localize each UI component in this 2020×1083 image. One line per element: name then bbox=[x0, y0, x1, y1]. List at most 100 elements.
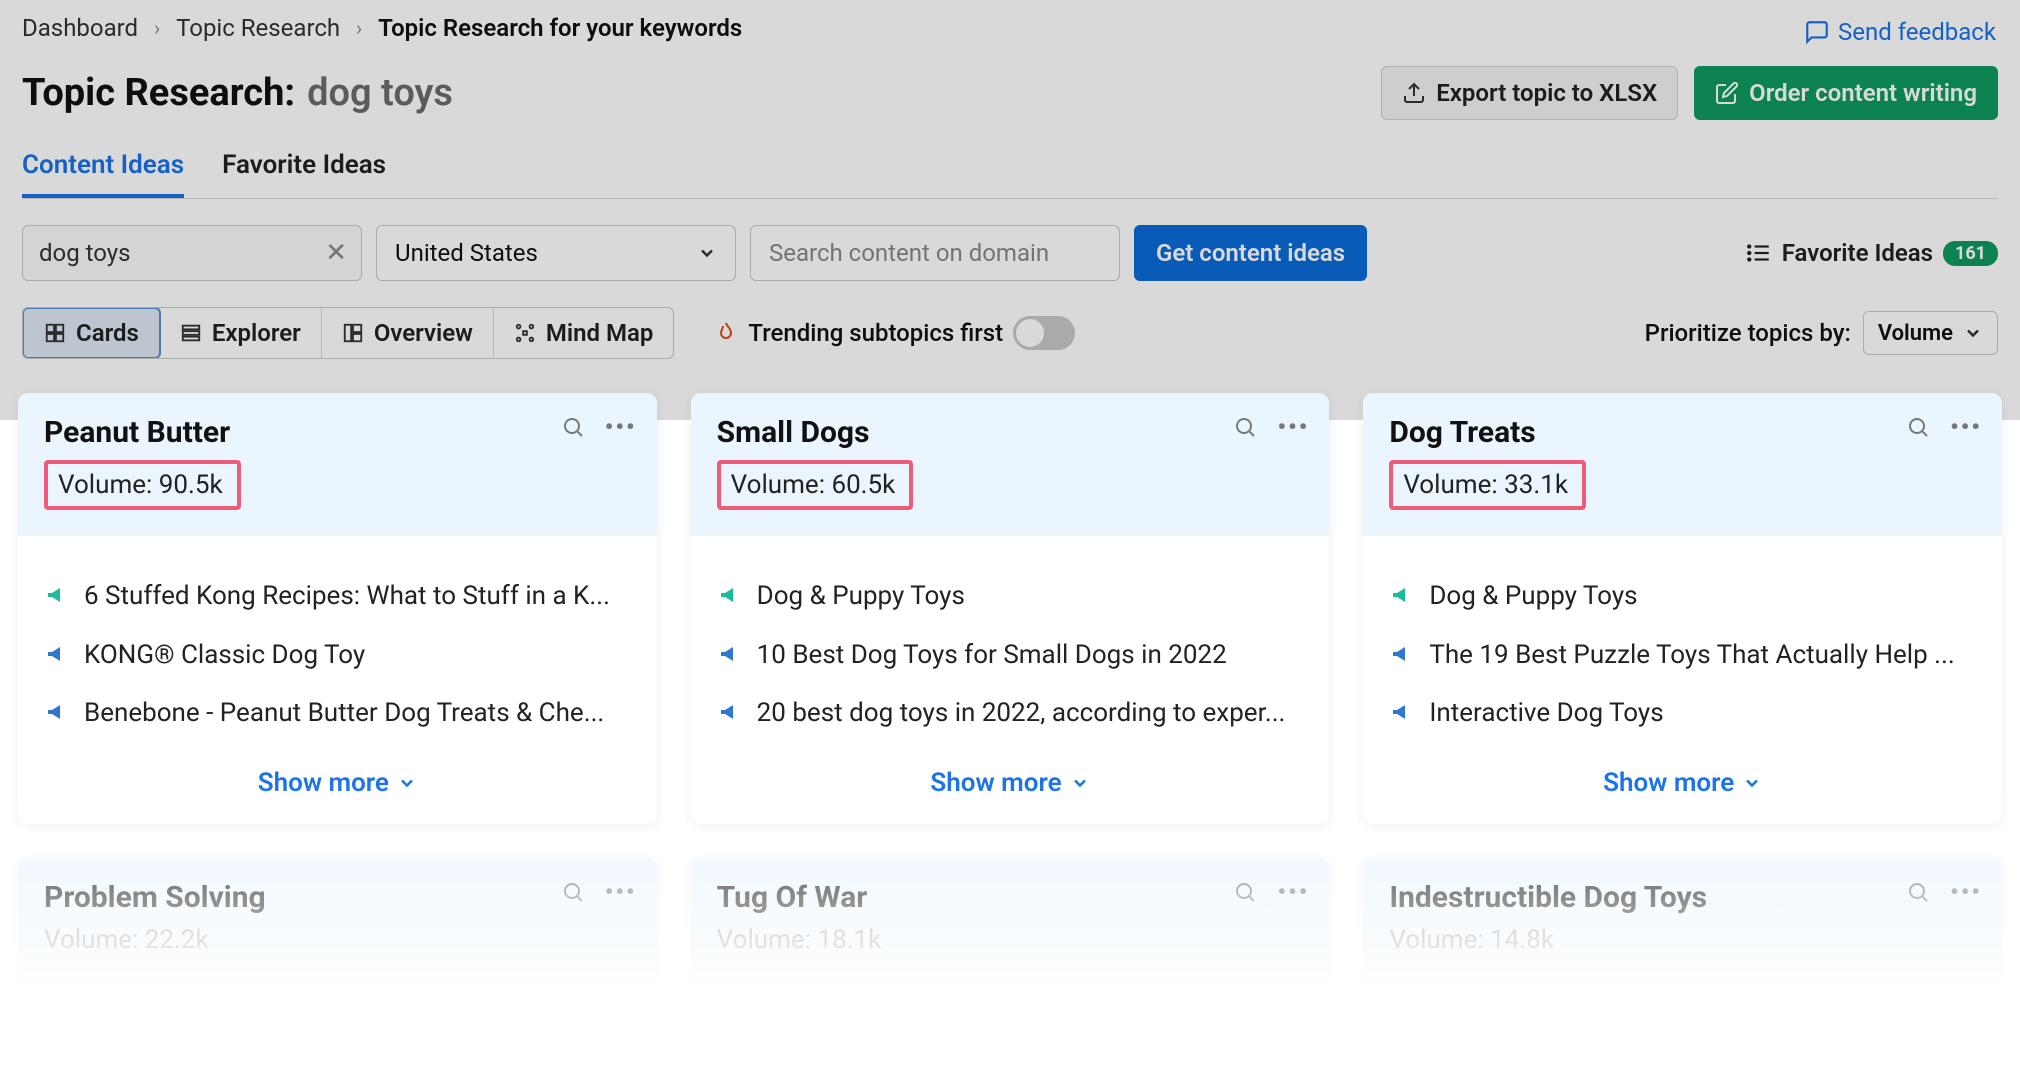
idea-text: Dog & Puppy Toys bbox=[1429, 580, 1976, 613]
chevron-down-icon bbox=[1742, 773, 1762, 793]
show-more-link[interactable]: Show more bbox=[691, 750, 1330, 824]
topic-card[interactable]: Problem Solving ••• Volume: 22.2k bbox=[18, 858, 657, 981]
search-icon[interactable] bbox=[1906, 880, 1930, 904]
chevron-right-icon: › bbox=[356, 16, 362, 40]
breadcrumb: Dashboard › Topic Research › Topic Resea… bbox=[22, 14, 1998, 42]
cards-icon bbox=[44, 322, 66, 344]
more-icon[interactable]: ••• bbox=[1277, 413, 1309, 441]
trending-toggle-row: Trending subtopics first bbox=[714, 316, 1075, 350]
tab-favorite-ideas[interactable]: Favorite Ideas bbox=[222, 150, 386, 198]
trending-label: Trending subtopics first bbox=[748, 319, 1003, 347]
tabs: Content Ideas Favorite Ideas bbox=[22, 150, 1998, 199]
get-content-ideas-button[interactable]: Get content ideas bbox=[1134, 225, 1367, 281]
idea-text: Interactive Dog Toys bbox=[1429, 697, 1976, 730]
idea-item[interactable]: 20 best dog toys in 2022, according to e… bbox=[717, 697, 1304, 730]
breadcrumb-item-current: Topic Research for your keywords bbox=[378, 14, 742, 42]
chevron-down-icon bbox=[1070, 773, 1090, 793]
tab-content-ideas[interactable]: Content Ideas bbox=[22, 150, 184, 198]
domain-search-input[interactable]: Search content on domain bbox=[750, 225, 1120, 281]
topic-card[interactable]: Peanut Butter ••• Volume: 90.5k 6 Stuffe… bbox=[18, 393, 657, 824]
more-icon[interactable]: ••• bbox=[1277, 878, 1309, 906]
prioritize-label: Prioritize topics by: bbox=[1645, 319, 1851, 347]
show-more-link[interactable]: Show more bbox=[1363, 750, 2002, 824]
topic-card[interactable]: Dog Treats ••• Volume: 33.1k Dog & Puppy… bbox=[1363, 393, 2002, 824]
country-value: United States bbox=[395, 239, 538, 267]
idea-item[interactable]: Dog & Puppy Toys bbox=[717, 580, 1304, 613]
topic-card[interactable]: Tug Of War ••• Volume: 18.1k bbox=[691, 858, 1330, 981]
favorite-ideas-label: Favorite Ideas bbox=[1782, 239, 1933, 267]
page-title: Topic Research: dog toys bbox=[22, 71, 453, 115]
overview-icon bbox=[342, 322, 364, 344]
idea-item[interactable]: Interactive Dog Toys bbox=[1389, 697, 1976, 730]
view-explorer[interactable]: Explorer bbox=[160, 308, 322, 358]
trending-switch[interactable] bbox=[1013, 316, 1075, 350]
search-icon[interactable] bbox=[561, 880, 585, 904]
bullhorn-icon bbox=[1389, 582, 1415, 608]
more-icon[interactable]: ••• bbox=[1950, 878, 1982, 906]
send-feedback-link[interactable]: Send feedback bbox=[1804, 18, 1996, 46]
topic-card[interactable]: Indestructible Dog Toys ••• Volume: 14.8… bbox=[1363, 858, 2002, 981]
bullhorn-icon bbox=[44, 582, 70, 608]
export-icon bbox=[1402, 81, 1426, 105]
keyword-input[interactable]: dog toys ✕ bbox=[22, 225, 362, 281]
cards-grid: Peanut Butter ••• Volume: 90.5k 6 Stuffe… bbox=[0, 393, 2020, 824]
page-title-keyword: dog toys bbox=[307, 71, 453, 115]
idea-text: Dog & Puppy Toys bbox=[757, 580, 1304, 613]
prioritize-select[interactable]: Volume bbox=[1863, 311, 1998, 355]
view-mindmap[interactable]: Mind Map bbox=[494, 308, 674, 358]
bullhorn-icon bbox=[1389, 641, 1415, 667]
idea-item[interactable]: 10 Best Dog Toys for Small Dogs in 2022 bbox=[717, 639, 1304, 672]
topic-card-title: Tug Of War bbox=[717, 880, 1304, 915]
edit-icon bbox=[1715, 81, 1739, 105]
topic-card-title: Indestructible Dog Toys bbox=[1389, 880, 1976, 915]
order-content-label: Order content writing bbox=[1749, 79, 1977, 107]
view-cards[interactable]: Cards bbox=[22, 307, 161, 359]
more-icon[interactable]: ••• bbox=[605, 413, 637, 441]
topic-card[interactable]: Small Dogs ••• Volume: 60.5k Dog & Puppy… bbox=[691, 393, 1330, 824]
idea-text: The 19 Best Puzzle Toys That Actually He… bbox=[1429, 639, 1976, 672]
idea-item[interactable]: Dog & Puppy Toys bbox=[1389, 580, 1976, 613]
bullhorn-icon bbox=[717, 582, 743, 608]
more-icon[interactable]: ••• bbox=[1950, 413, 1982, 441]
idea-item[interactable]: Benebone - Peanut Butter Dog Treats & Ch… bbox=[44, 697, 631, 730]
breadcrumb-item[interactable]: Topic Research bbox=[176, 14, 340, 42]
view-overview[interactable]: Overview bbox=[322, 308, 494, 358]
idea-item[interactable]: The 19 Best Puzzle Toys That Actually He… bbox=[1389, 639, 1976, 672]
search-icon[interactable] bbox=[1233, 880, 1257, 904]
page-title-prefix: Topic Research: bbox=[22, 71, 295, 115]
country-select[interactable]: United States bbox=[376, 225, 736, 281]
topic-volume: Volume: 60.5k bbox=[717, 460, 914, 510]
bullhorn-icon bbox=[717, 641, 743, 667]
search-icon[interactable] bbox=[1906, 415, 1930, 439]
topic-volume: Volume: 14.8k bbox=[1389, 925, 1976, 955]
order-content-button[interactable]: Order content writing bbox=[1694, 66, 1998, 120]
topic-volume: Volume: 18.1k bbox=[717, 925, 1304, 955]
show-more-link[interactable]: Show more bbox=[18, 750, 657, 824]
search-icon[interactable] bbox=[1233, 415, 1257, 439]
breadcrumb-item[interactable]: Dashboard bbox=[22, 14, 138, 42]
idea-text: 6 Stuffed Kong Recipes: What to Stuff in… bbox=[84, 580, 631, 613]
idea-item[interactable]: KONG® Classic Dog Toy bbox=[44, 639, 631, 672]
search-icon[interactable] bbox=[561, 415, 585, 439]
chevron-right-icon: › bbox=[154, 16, 160, 40]
keyword-value: dog toys bbox=[39, 239, 131, 267]
export-label: Export topic to XLSX bbox=[1436, 79, 1657, 107]
clear-keyword-icon[interactable]: ✕ bbox=[325, 238, 347, 268]
feedback-icon bbox=[1804, 19, 1830, 45]
list-icon bbox=[1746, 240, 1772, 266]
favorite-ideas-link[interactable]: Favorite Ideas 161 bbox=[1746, 239, 1998, 267]
idea-item[interactable]: 6 Stuffed Kong Recipes: What to Stuff in… bbox=[44, 580, 631, 613]
mindmap-icon bbox=[514, 322, 536, 344]
flame-icon bbox=[714, 319, 738, 347]
export-button[interactable]: Export topic to XLSX bbox=[1381, 66, 1678, 120]
bullhorn-icon bbox=[717, 699, 743, 725]
topic-card-title: Small Dogs bbox=[717, 415, 1304, 450]
view-cards-label: Cards bbox=[76, 319, 139, 347]
topic-volume: Volume: 90.5k bbox=[44, 460, 241, 510]
favorite-ideas-count: 161 bbox=[1943, 241, 1998, 266]
topic-card-title: Peanut Butter bbox=[44, 415, 631, 450]
bullhorn-icon bbox=[1389, 699, 1415, 725]
more-icon[interactable]: ••• bbox=[605, 878, 637, 906]
view-mindmap-label: Mind Map bbox=[546, 319, 654, 347]
topic-volume: Volume: 33.1k bbox=[1389, 460, 1586, 510]
